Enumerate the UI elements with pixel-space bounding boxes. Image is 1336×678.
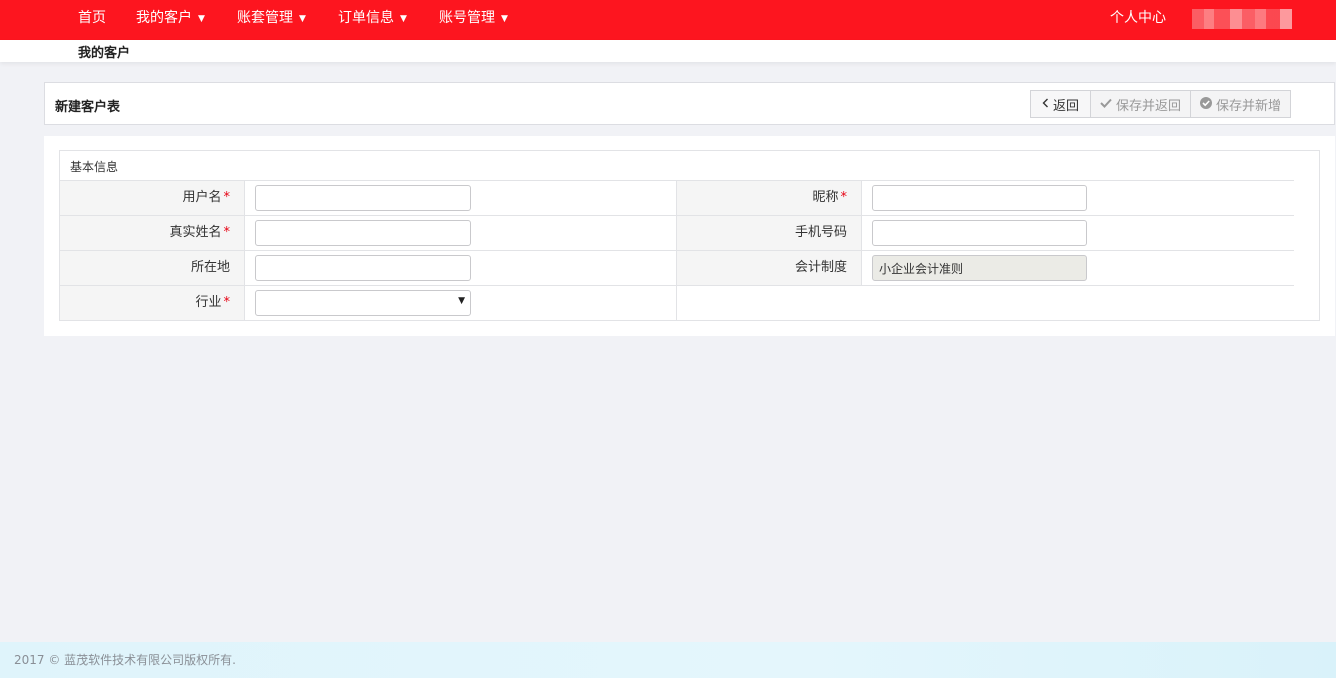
nickname-input[interactable]	[872, 185, 1087, 211]
check-icon	[1100, 97, 1112, 111]
nav-my-customers-label: 我的客户	[136, 10, 192, 26]
basic-info-section: 基本信息 用户名 * 昵称 * 真实姓名 * 手机号码 所在地 会计制度 小企业…	[59, 150, 1320, 321]
save-and-new-label: 保存并新增	[1216, 98, 1282, 114]
footer: 2017 © 蓝茂软件技术有限公司版权所有.	[0, 642, 1336, 678]
back-button-label: 返回	[1053, 98, 1080, 114]
nav-order-info[interactable]: 订单信息 ▼	[338, 0, 407, 40]
accounting-system-field	[872, 255, 1087, 281]
nav-ledger-label: 账套管理	[237, 10, 293, 26]
username-label: 用户名 *	[60, 181, 245, 215]
phone-input[interactable]	[872, 220, 1087, 246]
form-content-panel: 基本信息 用户名 * 昵称 * 真实姓名 * 手机号码 所在地 会计制度 小企业…	[44, 136, 1335, 336]
caret-down-icon: ▼	[400, 14, 407, 24]
accounting-label-text: 会计制度	[794, 260, 847, 275]
save-and-return-label: 保存并返回	[1116, 98, 1182, 114]
column-divider	[676, 286, 677, 320]
accounting-system-label: 会计制度	[677, 251, 862, 285]
required-mark: *	[840, 190, 848, 205]
form-row: 用户名 * 昵称 *	[60, 181, 1294, 216]
save-and-new-button[interactable]: 保存并新增	[1190, 90, 1292, 118]
nav-account-label: 账号管理	[439, 10, 495, 26]
nav-personal-center[interactable]: 个人中心	[1110, 0, 1166, 40]
nav-home[interactable]: 首页	[78, 0, 106, 40]
location-input[interactable]	[255, 255, 471, 281]
realname-input[interactable]	[255, 220, 471, 246]
industry-select[interactable]: ▼	[255, 290, 471, 316]
realname-label: 真实姓名 *	[60, 216, 245, 250]
required-mark: *	[223, 225, 231, 240]
nickname-label: 昵称 *	[677, 181, 862, 215]
username-label-text: 用户名	[182, 190, 222, 205]
nav-account-management[interactable]: 账号管理 ▼	[439, 0, 508, 40]
nav-my-customers[interactable]: 我的客户 ▼	[136, 0, 205, 40]
required-mark: *	[223, 190, 231, 205]
industry-label: 行业 *	[60, 286, 245, 320]
caret-down-icon: ▼	[299, 14, 306, 24]
phone-label-text: 手机号码	[794, 225, 847, 240]
form-row: 行业 * ▼	[60, 286, 677, 321]
caret-down-icon: ▼	[198, 14, 205, 24]
nav-home-label: 首页	[78, 10, 106, 26]
check-circle-icon	[1200, 96, 1213, 112]
nav-order-label: 订单信息	[338, 10, 394, 26]
location-label: 所在地	[60, 251, 245, 285]
action-button-group: 返回 保存并返回 保存并新增	[1030, 90, 1292, 118]
realname-label-text: 真实姓名	[169, 225, 222, 240]
save-and-return-button[interactable]: 保存并返回	[1090, 90, 1192, 118]
back-button[interactable]: 返回	[1030, 90, 1092, 118]
breadcrumb: 我的客户	[0, 40, 1336, 62]
phone-label: 手机号码	[677, 216, 862, 250]
dropdown-arrow-icon: ▼	[458, 296, 465, 306]
form-row: 真实姓名 * 手机号码	[60, 216, 1294, 251]
industry-label-text: 行业	[195, 295, 222, 310]
nickname-label-text: 昵称	[812, 190, 839, 205]
top-navbar: 首页 我的客户 ▼ 账套管理 ▼ 订单信息 ▼ 账号管理 ▼ 个人中心	[0, 0, 1336, 40]
breadcrumb-current: 我的客户	[78, 46, 131, 61]
page-title: 新建客户表	[55, 100, 121, 115]
caret-down-icon: ▼	[501, 14, 508, 24]
section-title: 基本信息	[60, 151, 1294, 181]
username-input[interactable]	[255, 185, 471, 211]
personal-center-label: 个人中心	[1110, 10, 1166, 26]
required-mark: *	[223, 295, 231, 310]
form-row: 所在地 会计制度	[60, 251, 1294, 286]
form-header-panel: 新建客户表 返回 保存并返回 保存并新增	[44, 82, 1335, 125]
chevron-left-icon	[1042, 97, 1049, 111]
user-avatar-blurred[interactable]	[1192, 9, 1292, 29]
location-label-text: 所在地	[190, 260, 230, 275]
nav-ledger-management[interactable]: 账套管理 ▼	[237, 0, 306, 40]
copyright-text: 2017 © 蓝茂软件技术有限公司版权所有.	[14, 653, 236, 667]
